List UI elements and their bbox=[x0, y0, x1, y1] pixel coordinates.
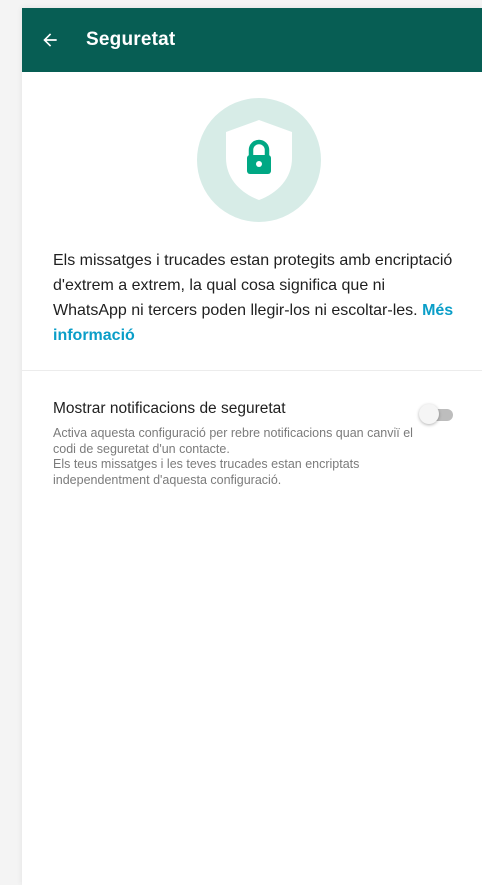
security-notifications-toggle[interactable] bbox=[419, 404, 457, 424]
arrow-left-icon bbox=[43, 33, 57, 47]
divider bbox=[22, 370, 482, 371]
app-bar: Seguretat bbox=[22, 8, 482, 72]
security-screen: Seguretat Els missatges i trucades estan… bbox=[22, 8, 482, 885]
setting-title: Mostrar notificacions de seguretat bbox=[53, 400, 286, 417]
back-button[interactable] bbox=[22, 8, 78, 72]
description-text: Els missatges i trucades estan protegits… bbox=[53, 252, 453, 319]
shield-lock-icon bbox=[226, 120, 292, 200]
setting-subtitle-1: Activa aquesta configuració per rebre no… bbox=[53, 426, 413, 456]
encryption-description: Els missatges i trucades estan protegits… bbox=[53, 248, 463, 348]
security-illustration bbox=[197, 98, 321, 222]
setting-subtitle-2: Els teus missatges i les teves trucades … bbox=[53, 457, 360, 487]
toggle-thumb bbox=[419, 404, 439, 424]
page-title: Seguretat bbox=[86, 29, 176, 50]
security-notifications-setting[interactable]: Mostrar notificacions de seguretat Activ… bbox=[53, 398, 463, 488]
setting-subtitle: Activa aquesta configuració per rebre no… bbox=[53, 426, 413, 488]
